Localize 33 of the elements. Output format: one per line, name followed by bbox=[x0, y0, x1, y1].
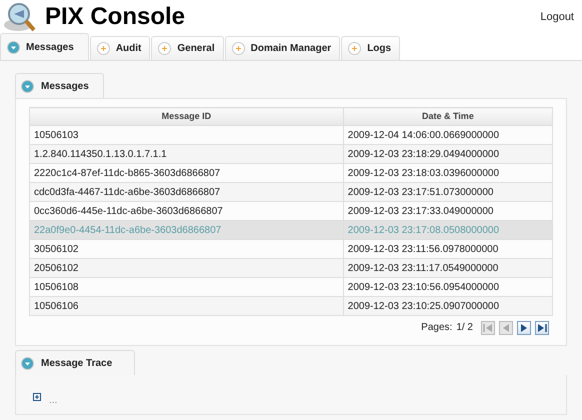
last-page-icon bbox=[536, 322, 548, 334]
page-indicator: 1/ 2 bbox=[456, 321, 473, 335]
table-cell[interactable]: 2009-12-03 23:10:25.0907000000 bbox=[343, 296, 552, 316]
logout-link[interactable]: Logout bbox=[540, 8, 574, 26]
expand-icon bbox=[158, 42, 172, 55]
tab[interactable]: Domain Manager bbox=[224, 36, 340, 60]
column-header[interactable]: Date & Time bbox=[343, 108, 552, 126]
expand-icon[interactable] bbox=[33, 393, 41, 401]
tab[interactable]: General bbox=[151, 36, 224, 60]
table-cell[interactable]: 2009-12-03 23:11:17.0549000000 bbox=[343, 258, 552, 278]
expand-icon bbox=[232, 42, 245, 55]
next-page-button[interactable] bbox=[517, 320, 531, 334]
collapse-icon bbox=[21, 80, 34, 92]
collapse-icon bbox=[7, 40, 20, 54]
pages-label: Pages: bbox=[421, 321, 452, 335]
tab[interactable]: Audit bbox=[90, 36, 150, 60]
tab[interactable]: Logs bbox=[341, 36, 400, 60]
panel-tab[interactable]: Messages bbox=[15, 73, 104, 98]
column-header[interactable]: Message ID bbox=[30, 108, 344, 126]
table-cell[interactable]: 10506106 bbox=[30, 296, 344, 316]
app-title: PIX Console bbox=[45, 2, 186, 32]
tab[interactable]: Messages bbox=[0, 33, 89, 60]
table-cell[interactable]: cdc0d3fa-4467-11dc-a6be-3603d6866807 bbox=[30, 182, 344, 202]
expand-icon bbox=[348, 42, 362, 55]
last-page-button[interactable] bbox=[535, 320, 549, 334]
table-cell[interactable]: 20506102 bbox=[30, 258, 344, 278]
collapse-icon bbox=[21, 356, 34, 370]
first-page-icon bbox=[482, 322, 494, 334]
table-cell[interactable]: 1.2.840.114350.1.13.0.1.7.1.1 bbox=[30, 144, 344, 164]
table-cell[interactable]: 2009-12-03 23:18:29.0494000000 bbox=[343, 144, 552, 164]
panel-tab[interactable]: Message Trace bbox=[15, 350, 136, 375]
table-cell[interactable]: 2009-12-03 23:17:51.073000000 bbox=[343, 182, 552, 202]
expand-icon bbox=[96, 42, 110, 55]
